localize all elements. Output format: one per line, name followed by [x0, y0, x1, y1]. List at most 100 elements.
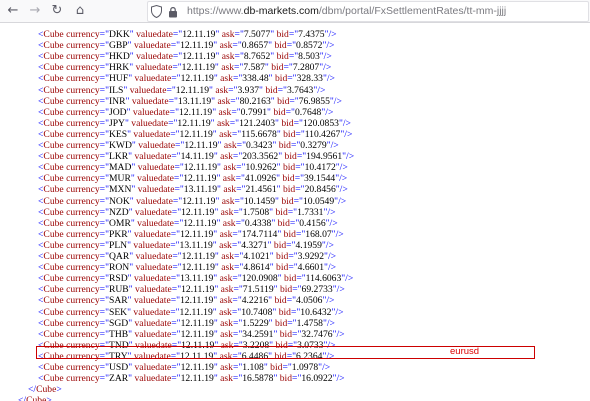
currency-value: NZD: [108, 206, 129, 218]
tag-name: Cube: [43, 73, 64, 85]
attr-valuedate: valuedate: [135, 184, 175, 196]
attr-eq: =": [172, 251, 182, 262]
attr-valuedate: valuedate: [131, 228, 171, 240]
currency-value: NOK: [108, 195, 130, 207]
attr-eq: =": [231, 106, 241, 118]
bid-value: 20.8456: [304, 184, 336, 196]
tag-close: "/>: [332, 373, 345, 385]
attr-ask: ask: [218, 284, 234, 296]
url-text[interactable]: https://www.db-markets.com/dbm/portal/Fx…: [187, 5, 506, 17]
currency-value: RON: [108, 262, 130, 274]
attr-currency: currency: [63, 239, 100, 251]
attr-bid: bid: [273, 206, 288, 218]
bid-value: 10.0549: [302, 195, 335, 207]
attr-ask: ask: [216, 128, 232, 140]
tag-name: Cube: [43, 140, 64, 151]
bid-value: 3.7643: [286, 84, 314, 96]
attr-eq: =": [170, 128, 180, 140]
valuedate-value: 12.11.19: [181, 62, 215, 74]
tag-name: Cube: [43, 295, 64, 307]
attr-eq: =": [99, 162, 109, 174]
tag-name: Cube: [43, 128, 64, 140]
shield-icon[interactable]: [151, 5, 162, 18]
tag-close: "/>: [322, 317, 335, 329]
bid-value: 328.33: [296, 73, 323, 85]
currency-value: RSD: [108, 273, 128, 285]
attr-eq: =": [172, 51, 183, 63]
tag-close: "/>: [322, 295, 335, 307]
attr-currency: currency: [63, 273, 100, 285]
tag-name: Cube: [43, 362, 64, 373]
tag-name: Cube: [43, 217, 64, 229]
tag-close: "/>: [313, 84, 326, 96]
attr-eq: =": [99, 62, 109, 74]
attr-currency: currency: [63, 128, 100, 140]
back-arrow-icon[interactable]: ←: [4, 2, 22, 20]
attr-valuedate: valuedate: [134, 173, 174, 185]
attr-eq: =": [99, 251, 109, 262]
attr-bid: bid: [282, 151, 297, 163]
bid-value: 168.07: [305, 228, 332, 240]
attr-valuedate: valuedate: [131, 273, 171, 285]
reload-icon[interactable]: ↻: [48, 2, 66, 20]
valuedate-value: 12.11.19: [180, 362, 214, 373]
attr-currency: currency: [63, 251, 100, 262]
attr-bid: bid: [268, 62, 284, 74]
currency-value: RUB: [108, 284, 129, 296]
attr-bid: bid: [274, 51, 289, 63]
bid-value: 110.4267: [304, 128, 341, 140]
forward-arrow-icon[interactable]: →: [26, 2, 44, 20]
attr-bid: bid: [280, 162, 296, 174]
valuedate-value: 13.11.19: [179, 239, 213, 251]
ask-value: 16.5878: [242, 373, 274, 385]
tag-name: Cube: [43, 273, 64, 285]
attr-eq: =": [99, 140, 109, 151]
xml-document: <Cube currency="DKK" valuedate="12.11.19…: [0, 0, 590, 401]
valuedate-value: 12.11.19: [180, 73, 214, 85]
attr-eq: =": [289, 217, 300, 229]
tag-name: Cube: [43, 62, 64, 74]
tag-name: Cube: [43, 40, 64, 52]
tag-close: "/>: [321, 106, 334, 118]
tag-name: Cube: [43, 29, 64, 40]
valuedate-value: 12.11.19: [181, 206, 215, 218]
attr-eq: =": [234, 51, 244, 63]
home-icon[interactable]: ⌂: [71, 2, 89, 20]
tag-name: Cube: [43, 239, 64, 251]
attr-currency: currency: [63, 95, 100, 107]
tag-close: "/>: [334, 195, 347, 207]
url-icons: [151, 5, 181, 18]
ask-value: 1.5229: [242, 317, 269, 329]
lock-icon[interactable]: [168, 6, 178, 18]
attr-eq: =": [99, 373, 109, 385]
currency-value: KES: [108, 128, 128, 140]
ask-value: 7.5077: [243, 29, 271, 40]
attr-currency: currency: [63, 84, 100, 96]
ask-value: 3.937: [237, 84, 260, 96]
attr-currency: currency: [63, 306, 100, 318]
valuedate-value: 12.11.19: [181, 251, 215, 262]
attr-eq: =": [295, 162, 305, 174]
attr-eq: =": [170, 239, 180, 251]
tag-name: Cube: [43, 173, 64, 185]
attr-bid: bid: [277, 373, 293, 385]
tag-close: "/>: [340, 128, 353, 140]
attr-valuedate: valuedate: [133, 262, 173, 274]
attr-eq: =": [173, 173, 184, 185]
valuedate-value: 12.11.19: [177, 117, 211, 129]
tag-close: "/>: [325, 217, 338, 229]
currency-value: OMR: [108, 217, 131, 229]
valuedate-value: 14.11.19: [180, 151, 214, 163]
attr-currency: currency: [63, 117, 100, 129]
attr-eq: =": [99, 362, 109, 373]
address-bar[interactable]: https://www.db-markets.com/dbm/portal/Fx…: [147, 1, 589, 22]
attr-eq: =": [170, 273, 181, 285]
attr-currency: currency: [63, 29, 100, 40]
attr-ask: ask: [214, 117, 230, 129]
valuedate-value: 13.11.19: [177, 95, 212, 107]
tag-close: "/>: [322, 40, 335, 52]
bid-value: 10.6432: [300, 306, 332, 318]
attr-eq: =": [170, 295, 181, 307]
attr-currency: currency: [63, 162, 100, 174]
attr-eq: =": [235, 217, 245, 229]
